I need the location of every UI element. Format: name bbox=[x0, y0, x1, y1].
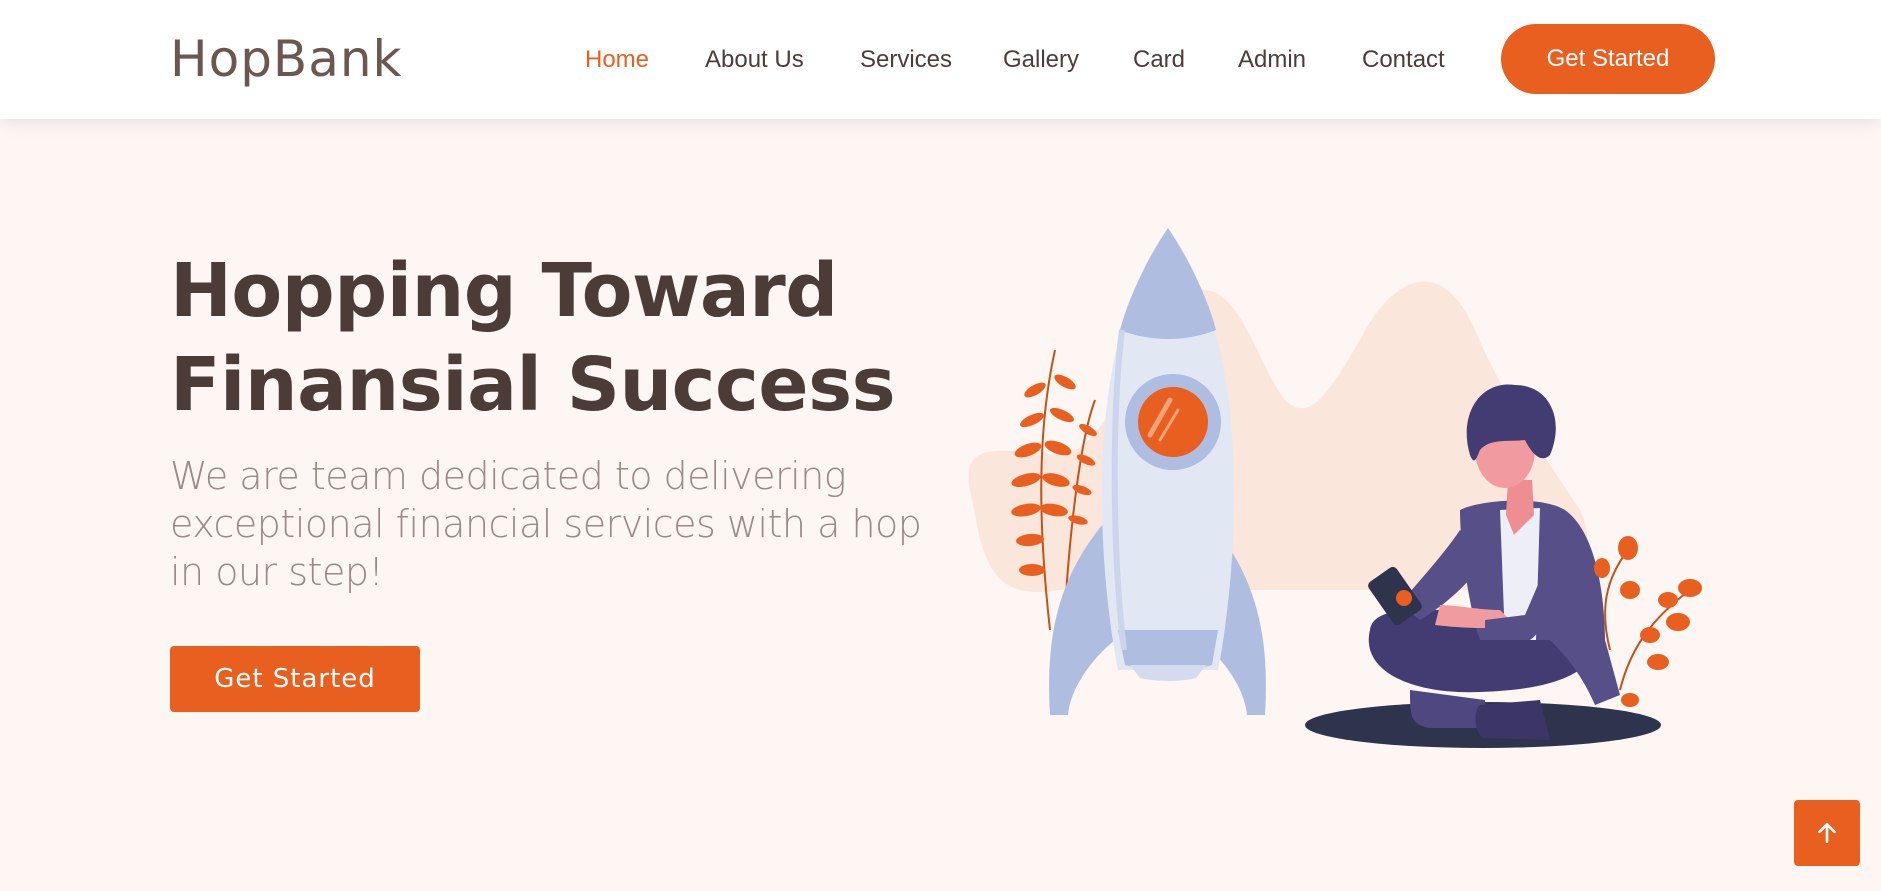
hero-title-line-1: Hopping Toward bbox=[170, 248, 838, 334]
site-header: HopBank Home About Us Services Gallery C… bbox=[0, 0, 1881, 119]
nav-card[interactable]: Card bbox=[1133, 44, 1185, 76]
back-to-top-button[interactable] bbox=[1794, 800, 1860, 866]
nav-services[interactable]: Services bbox=[860, 44, 952, 76]
nav-about-us[interactable]: About Us bbox=[705, 44, 804, 76]
main-nav: Home About Us Services Gallery Card Admi… bbox=[0, 0, 1881, 119]
hero-subtitle: We are team dedicated to delivering exce… bbox=[170, 454, 922, 594]
nav-gallery[interactable]: Gallery bbox=[1003, 44, 1079, 76]
rocket-and-person-illustration bbox=[968, 228, 1702, 748]
nav-admin[interactable]: Admin bbox=[1238, 44, 1306, 76]
get-started-hero-button[interactable]: Get Started bbox=[170, 646, 420, 712]
get-started-nav-button[interactable]: Get Started bbox=[1501, 24, 1715, 94]
hero-title: Hopping Toward Finansial Success bbox=[170, 244, 970, 432]
arrow-up-icon bbox=[1818, 823, 1836, 843]
nav-contact[interactable]: Contact bbox=[1362, 44, 1445, 76]
nav-home[interactable]: Home bbox=[585, 44, 649, 76]
hero-title-line-2: Finansial Success bbox=[170, 342, 896, 428]
